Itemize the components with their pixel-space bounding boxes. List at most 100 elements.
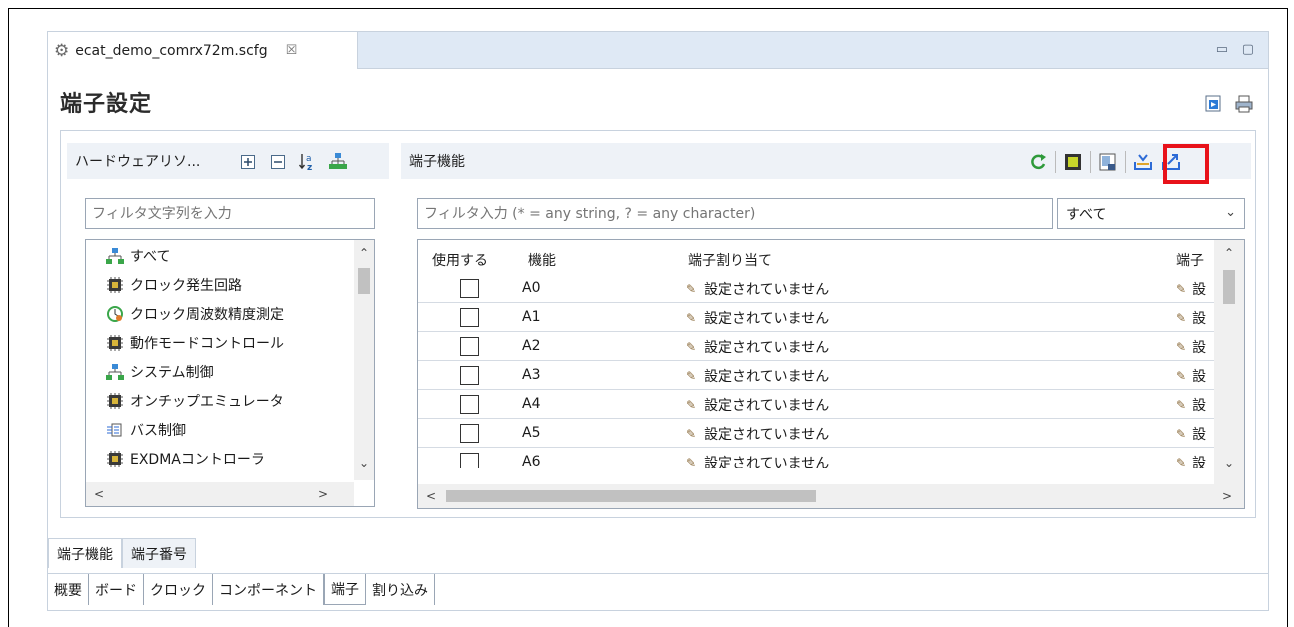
gear-icon: ⚙	[54, 40, 70, 61]
pencil-icon: ✎	[1176, 398, 1187, 412]
collapse-all-icon[interactable]	[267, 151, 289, 173]
tree-item[interactable]: EXDMAコントローラ	[106, 447, 265, 471]
use-checkbox[interactable]	[460, 424, 479, 443]
tree-horizontal-scrollbar[interactable]: < >	[86, 482, 354, 506]
expand-all-icon[interactable]	[237, 151, 259, 173]
table-vertical-scrollbar[interactable]: ⌃ ⌄	[1214, 240, 1244, 484]
use-checkbox[interactable]	[460, 366, 479, 385]
tree-scroll-thumb[interactable]	[358, 268, 370, 294]
use-checkbox[interactable]	[460, 337, 479, 356]
pin-cell[interactable]: ✎ 設	[1176, 308, 1206, 328]
pin-function-filter-input[interactable]	[417, 198, 1053, 229]
pin-function-panel: 端子 機能 フィルタ入力 (* = any string, ? = any cha…	[401, 143, 1251, 515]
column-header-use[interactable]: 使用する	[432, 250, 488, 270]
save-report-icon[interactable]	[1097, 151, 1119, 173]
tree-item-label: すべて	[130, 249, 171, 265]
sort-az-icon[interactable]: az	[297, 151, 319, 173]
pin-cell[interactable]: ✎ 設	[1176, 279, 1206, 299]
scroll-up-icon[interactable]: ⌃	[1220, 244, 1238, 262]
tree-item-label: クロック周波数精度測定	[130, 307, 284, 323]
editor-tab[interactable]: ⚙ ecat_demo_comrx72m.scfg ☒	[48, 32, 358, 69]
use-checkbox[interactable]	[460, 453, 479, 468]
use-checkbox[interactable]	[460, 279, 479, 298]
table-row[interactable]: A1 ✎ 設定されていません ✎ 設	[418, 303, 1214, 332]
tab-interrupt[interactable]: 割り込み	[366, 574, 435, 605]
hardware-filter-input[interactable]	[85, 198, 375, 229]
pin-cell[interactable]: ✎ 設	[1176, 337, 1206, 357]
tree-item[interactable]: すべて	[106, 244, 170, 268]
tree-item[interactable]: クロック周波数精度測定	[106, 302, 284, 326]
pin-assign-cell[interactable]: ✎ 設定されていません	[686, 366, 829, 386]
clock-measure-icon	[106, 305, 124, 323]
use-checkbox[interactable]	[460, 308, 479, 327]
tree-item[interactable]: クロック発生回路	[106, 273, 242, 297]
tree-item[interactable]: システム制御	[106, 360, 214, 384]
tab-pin-function[interactable]: 端子機能	[48, 538, 122, 568]
hierarchy-view-icon[interactable]	[327, 151, 349, 173]
column-header-function[interactable]: 機能	[528, 250, 556, 270]
table-row[interactable]: A6 ✎ 設定されていません ✎ 設	[418, 448, 1214, 468]
column-header-pin-assign[interactable]: 端子割り当て	[688, 250, 772, 270]
pin-assign-cell[interactable]: ✎ 設定されていません	[686, 279, 829, 299]
pin-assign-text: 設定されていません	[704, 340, 830, 356]
table-row[interactable]: A2 ✎ 設定されていません ✎ 設	[418, 332, 1214, 361]
column-header-pin[interactable]: 端子	[1176, 250, 1204, 270]
tab-clock[interactable]: クロック	[144, 574, 213, 605]
pin-assign-cell[interactable]: ✎ 設定されていません	[686, 308, 829, 328]
use-checkbox[interactable]	[460, 395, 479, 414]
scroll-right-icon[interactable]: >	[1218, 487, 1236, 505]
tab-board[interactable]: ボード	[89, 574, 144, 605]
pin-cell[interactable]: ✎ 設	[1176, 395, 1206, 415]
pencil-icon: ✎	[686, 427, 697, 441]
close-icon[interactable]: ☒	[286, 43, 298, 58]
scroll-right-icon[interactable]: >	[314, 485, 332, 503]
tab-pin-number[interactable]: 端子番号	[122, 538, 196, 568]
tree-item-label: オンチップエミュレータ	[130, 394, 284, 410]
function-cell: A5	[522, 425, 541, 441]
pin-assign-cell[interactable]: ✎ 設定されていません	[686, 453, 829, 468]
tree-vertical-scrollbar[interactable]: ⌃ ⌄	[354, 240, 374, 480]
table-row[interactable]: A5 ✎ 設定されていません ✎ 設	[418, 419, 1214, 448]
pin-assign-cell[interactable]: ✎ 設定されていません	[686, 424, 829, 444]
pin-cell[interactable]: ✎ 設	[1176, 366, 1206, 386]
print-icon[interactable]	[1234, 94, 1254, 114]
pin-assign-text: 設定されていません	[704, 311, 830, 327]
title-toolbar	[1204, 94, 1254, 114]
chip-view-icon[interactable]	[1062, 151, 1084, 173]
refresh-icon[interactable]	[1027, 151, 1049, 173]
pin-text: 設	[1192, 456, 1207, 468]
table-row[interactable]: A0 ✎ 設定されていません ✎ 設	[418, 274, 1214, 303]
scroll-left-icon[interactable]: <	[422, 487, 440, 505]
minimize-icon[interactable]: ▭	[1216, 42, 1228, 57]
tab-pins[interactable]: 端子	[324, 574, 366, 605]
pin-cell[interactable]: ✎ 設	[1176, 424, 1206, 444]
scroll-left-icon[interactable]: <	[90, 485, 108, 503]
table-scroll-thumb[interactable]	[1223, 270, 1235, 304]
tab-overview[interactable]: 概要	[48, 574, 89, 605]
pin-function-filter-select[interactable]: すべて ⌄	[1057, 198, 1245, 229]
import-icon[interactable]	[1132, 151, 1154, 173]
generate-code-icon[interactable]	[1204, 94, 1224, 114]
tree-item[interactable]: バス制御	[106, 418, 186, 442]
chip-icon	[106, 334, 124, 352]
hierarchy-icon	[106, 363, 124, 381]
scroll-down-icon[interactable]: ⌄	[355, 454, 373, 472]
pin-assign-text: 設定されていません	[704, 427, 830, 443]
tree-item[interactable]: 動作モードコントロール	[106, 331, 284, 355]
table-row[interactable]: A4 ✎ 設定されていません ✎ 設	[418, 390, 1214, 419]
pin-function-table: 使用する 機能 端子割り当て 端子 A0 ✎ 設定されていません ✎ 設 A1 ✎ 設…	[417, 239, 1245, 509]
table-horizontal-scrollbar[interactable]: < >	[418, 484, 1244, 508]
pin-assign-cell[interactable]: ✎ 設定されていません	[686, 395, 829, 415]
table-row[interactable]: A3 ✎ 設定されていません ✎ 設	[418, 361, 1214, 390]
pin-cell[interactable]: ✎ 設	[1176, 453, 1206, 468]
scroll-down-icon[interactable]: ⌄	[1220, 454, 1238, 472]
pin-assign-cell[interactable]: ✎ 設定されていません	[686, 337, 829, 357]
table-hscroll-thumb[interactable]	[446, 490, 816, 502]
pencil-icon: ✎	[686, 369, 697, 383]
tree-item-label: クロック発生回路	[130, 278, 242, 294]
maximize-icon[interactable]: ▢	[1242, 42, 1254, 57]
scroll-up-icon[interactable]: ⌃	[355, 244, 373, 262]
tab-component[interactable]: コンポーネント	[213, 574, 324, 605]
pin-text: 設	[1192, 340, 1207, 356]
tree-item[interactable]: オンチップエミュレータ	[106, 389, 284, 413]
